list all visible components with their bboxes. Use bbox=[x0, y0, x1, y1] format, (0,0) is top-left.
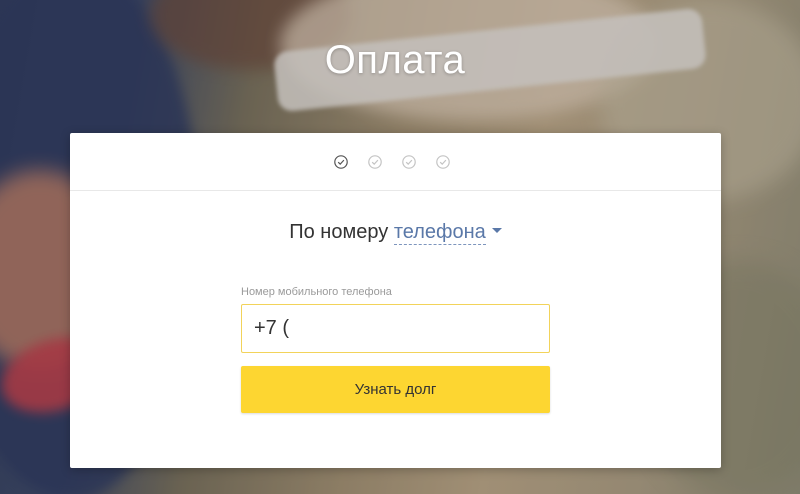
check-circle-icon bbox=[367, 154, 382, 169]
step-indicator bbox=[70, 133, 721, 191]
check-circle-icon bbox=[401, 154, 416, 169]
method-dropdown[interactable]: телефона bbox=[393, 221, 486, 245]
payment-method-row: По номеру телефона bbox=[70, 221, 721, 245]
phone-input[interactable] bbox=[241, 304, 550, 353]
payment-card: По номеру телефона Номер мобильного теле… bbox=[70, 133, 721, 468]
page-title: Оплата bbox=[324, 38, 466, 82]
check-circle-icon bbox=[333, 154, 348, 169]
phone-field-label: Номер мобильного телефона bbox=[241, 286, 392, 298]
caret-down-icon[interactable] bbox=[491, 228, 502, 234]
check-circle-icon bbox=[435, 154, 450, 169]
check-debt-button[interactable]: Узнать долг bbox=[241, 366, 550, 413]
method-lead-text: По номеру bbox=[289, 221, 389, 243]
